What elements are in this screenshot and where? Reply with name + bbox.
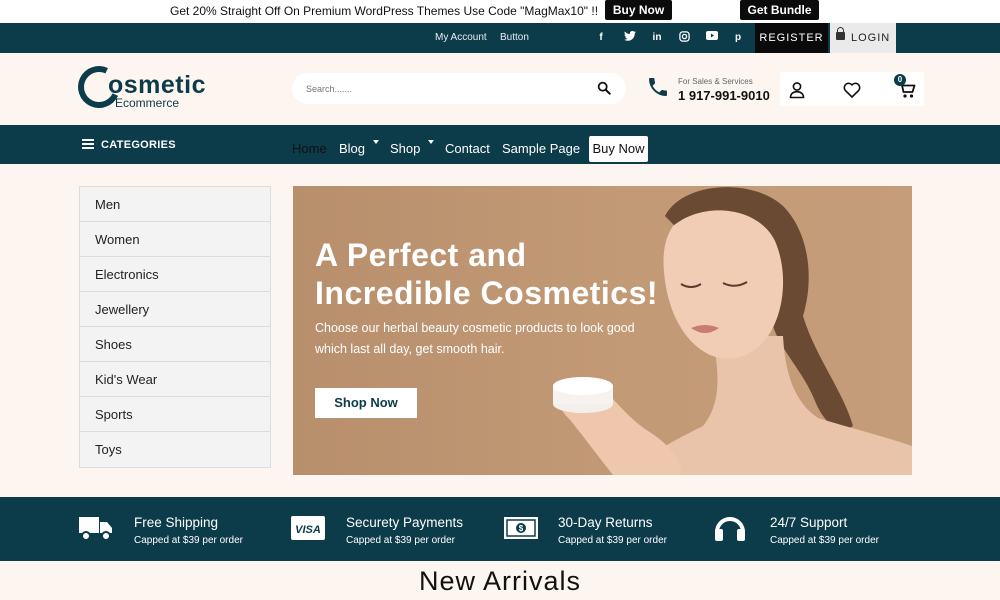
feature-title-returns: 30-Day Returns — [558, 515, 653, 530]
hero-desc-line1: Choose our herbal beauty cosmetic produc… — [315, 321, 635, 335]
heart-icon[interactable] — [842, 80, 862, 100]
phone-icon — [649, 78, 667, 96]
promo-text: Get 20% Straight Off On Premium WordPres… — [170, 4, 599, 18]
category-shoes[interactable]: Shoes — [80, 327, 270, 362]
search-icon[interactable] — [597, 81, 611, 95]
features-strip: Free Shipping Capped at $39 per order VI… — [0, 497, 1000, 561]
hero-banner: A Perfect and Incredible Cosmetics! Choo… — [293, 186, 912, 475]
youtube-icon[interactable] — [705, 31, 719, 45]
nav-shop[interactable]: Shop — [390, 141, 420, 156]
facebook-icon[interactable]: f — [594, 31, 608, 45]
category-women[interactable]: Women — [80, 222, 270, 257]
nav-buy-now-button[interactable]: Buy Now — [589, 136, 648, 162]
feature-sub-shipping: Capped at $39 per order — [134, 535, 243, 546]
my-account-link[interactable]: My Account — [435, 32, 487, 43]
category-men[interactable]: Men — [80, 187, 270, 222]
shop-now-button[interactable]: Shop Now — [315, 388, 417, 418]
phone-number[interactable]: 1 917-991-9010 — [678, 88, 770, 103]
category-toys[interactable]: Toys — [80, 432, 270, 467]
feature-sub-returns: Capped at $39 per order — [558, 535, 667, 546]
get-bundle-button[interactable]: Get Bundle — [740, 0, 819, 20]
sales-label: For Sales & Services — [678, 77, 753, 86]
twitter-icon[interactable] — [623, 30, 637, 45]
register-button[interactable]: REGISTER — [755, 23, 828, 53]
nav-contact[interactable]: Contact — [445, 141, 490, 156]
main-nav: CATEGORIES Home Blog Shop Contact Sample… — [0, 125, 1000, 164]
top-bar: My Account Button f in p REGISTER LOGIN — [0, 23, 1000, 53]
button-link[interactable]: Button — [500, 32, 529, 43]
menu-icon[interactable] — [82, 139, 94, 149]
money-icon: $ — [504, 517, 538, 539]
category-sidebar: Men Women Electronics Jewellery Shoes Ki… — [79, 186, 271, 468]
pinterest-icon[interactable]: p — [731, 31, 745, 45]
category-kids-wear[interactable]: Kid's Wear — [80, 362, 270, 397]
hero-title-line1: A Perfect and — [315, 237, 527, 273]
category-jewellery[interactable]: Jewellery — [80, 292, 270, 327]
category-electronics[interactable]: Electronics — [80, 257, 270, 292]
hero-title: A Perfect and Incredible Cosmetics! — [315, 236, 695, 312]
login-label: LOGIN — [851, 32, 891, 44]
feature-title-shipping: Free Shipping — [134, 515, 219, 530]
feature-title-support: 24/7 Support — [770, 515, 848, 530]
feature-sub-payments: Capped at $39 per order — [346, 535, 455, 546]
nav-home[interactable]: Home — [292, 141, 327, 156]
category-sports[interactable]: Sports — [80, 397, 270, 432]
hero-desc-line2: which last all day, get smooth hair. — [315, 342, 505, 356]
truck-icon — [79, 517, 112, 541]
promo-buy-now-button[interactable]: Buy Now — [605, 0, 672, 20]
instagram-icon[interactable] — [677, 31, 691, 45]
site-logo[interactable]: osmetic Ecommerce — [72, 60, 205, 114]
svg-text:$: $ — [519, 524, 524, 533]
lock-icon — [836, 27, 845, 40]
hero-title-line2: Incredible Cosmetics! — [315, 275, 659, 311]
user-icon[interactable] — [787, 80, 807, 100]
login-button[interactable]: LOGIN — [830, 23, 896, 53]
cart-count-badge: 0 — [894, 74, 906, 86]
headphones-icon — [715, 517, 745, 541]
logo-subtitle: Ecommerce — [115, 96, 180, 110]
nav-sample-page[interactable]: Sample Page — [502, 141, 580, 156]
feature-title-payments: Securety Payments — [346, 515, 464, 530]
linkedin-icon[interactable]: in — [650, 31, 664, 45]
categories-toggle[interactable]: CATEGORIES — [101, 139, 176, 151]
feature-sub-support: Capped at $39 per order — [770, 535, 879, 546]
shop-caret-icon — [428, 140, 434, 144]
blog-caret-icon — [373, 140, 379, 144]
hero-description: Choose our herbal beauty cosmetic produc… — [315, 318, 660, 360]
new-arrivals-heading: New Arrivals — [418, 566, 582, 596]
nav-blog[interactable]: Blog — [339, 141, 365, 156]
search-bar — [292, 73, 626, 104]
promo-bar: Get 20% Straight Off On Premium WordPres… — [0, 0, 1000, 23]
visa-icon: VISA — [291, 516, 325, 540]
search-input[interactable] — [306, 81, 576, 97]
svg-text:VISA: VISA — [295, 524, 321, 536]
